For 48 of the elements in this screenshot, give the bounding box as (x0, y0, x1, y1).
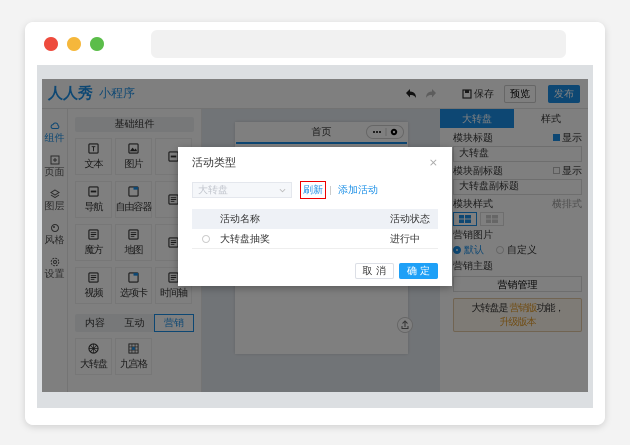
save-button[interactable]: 保存 (462, 86, 494, 100)
show-checkbox[interactable]: 显示 (553, 130, 582, 144)
title-input[interactable]: 大转盘 (453, 146, 582, 162)
close-button[interactable]: × (428, 156, 438, 168)
logo: 人人秀 (48, 84, 93, 103)
add-activity-link[interactable]: 添加活动 (335, 181, 381, 199)
category-tab[interactable]: 互动 (114, 314, 154, 332)
preview-button[interactable]: 预览 (504, 84, 536, 102)
dialog-title: 活动类型 (192, 154, 236, 170)
subtitle-input[interactable]: 大转盘副标题 (453, 179, 582, 195)
field-label: 营销图片 (453, 228, 493, 242)
sidebar-item[interactable]: 风格 (44, 223, 64, 247)
component-tile[interactable]: 大转盘 (75, 338, 112, 375)
product-name: 小程序 (99, 85, 135, 102)
sidebar-item[interactable]: 页面 (44, 155, 64, 179)
component-tile[interactable]: 导航 (75, 181, 112, 218)
marketing-manage-button[interactable]: 营销管理 (453, 276, 582, 292)
publish-button[interactable]: 发布 (548, 84, 580, 102)
component-tile[interactable]: 地图 (115, 224, 152, 261)
component-tile[interactable]: 文本 (75, 138, 112, 175)
component-tile[interactable]: 自由容器 (115, 181, 152, 218)
field-label: 模块标题 (453, 132, 493, 144)
page-title: 首页 (312, 126, 332, 139)
field-label: 模块样式 (453, 198, 493, 210)
sidebar-item[interactable]: 组件 (44, 121, 64, 145)
cancel-button[interactable]: 取 消 (354, 263, 394, 279)
field-label: 营销主题 (453, 260, 493, 272)
sidebar-item[interactable]: 设置 (44, 257, 64, 281)
ok-button[interactable]: 确 定 (398, 263, 438, 279)
show-checkbox[interactable]: 显示 (553, 164, 582, 178)
field-label: 模块副标题 (453, 164, 503, 178)
column-header: 活动状态 (390, 212, 431, 226)
column-header: 活动名称 (220, 213, 261, 226)
panel-tab[interactable]: 大转盘 (440, 109, 514, 128)
image-radio[interactable]: 自定义 (496, 243, 537, 257)
component-tile[interactable]: 图片 (115, 138, 152, 175)
sidebar-item[interactable]: 图层 (44, 189, 64, 213)
table-cell-text: 大转盘抽奖 (220, 232, 271, 246)
component-tile[interactable]: 九宫格 (115, 338, 152, 375)
category-tab[interactable]: 内容 (75, 314, 115, 332)
section-header: 基础组件 (75, 117, 194, 132)
category-tab[interactable]: 营销 (154, 314, 194, 332)
notice-text: 大转盘是 营销版功能， (471, 302, 564, 315)
component-tile[interactable]: 魔方 (75, 224, 112, 261)
component-tile[interactable]: 选项卡 (115, 267, 152, 304)
refresh-link[interactable]: 刷新 (300, 181, 326, 199)
table-cell-text: 进行中 (390, 232, 421, 246)
component-tile[interactable]: 视频 (75, 267, 112, 304)
